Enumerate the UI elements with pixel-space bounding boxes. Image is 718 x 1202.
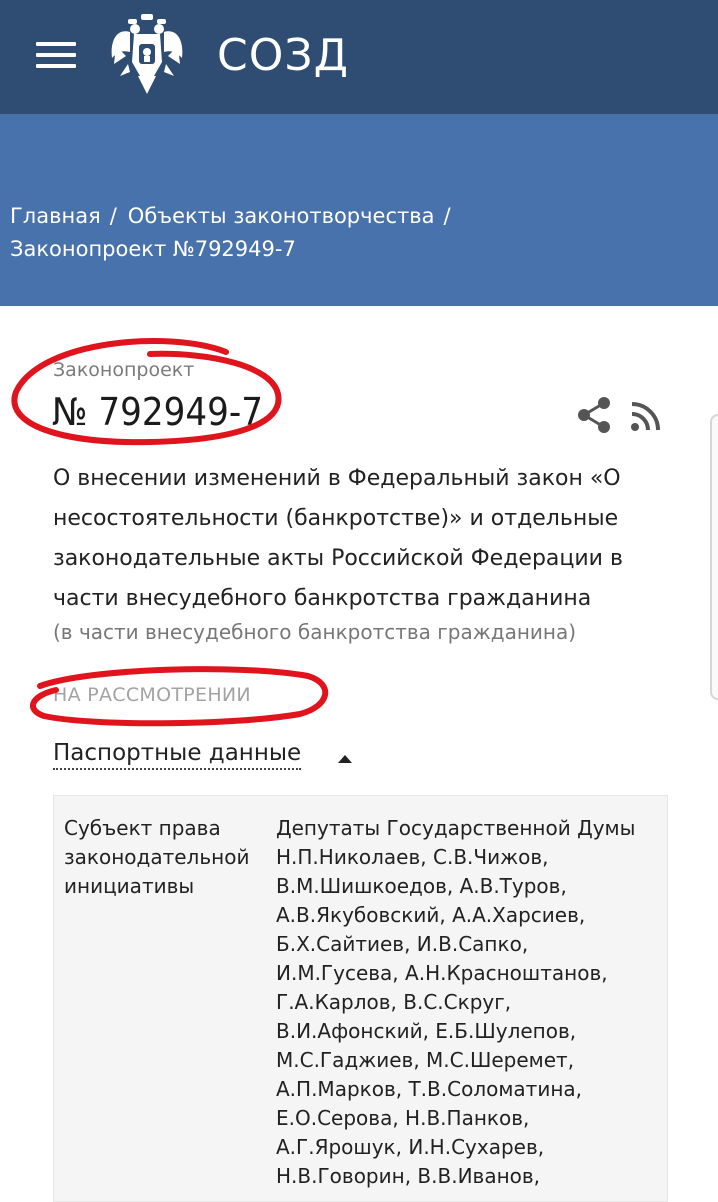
breadcrumb-objects-link[interactable]: Объекты законотворчества <box>128 204 435 228</box>
menu-icon[interactable] <box>36 40 76 70</box>
bill-title-line: О внесении изменений в Федеральный закон… <box>53 466 621 491</box>
top-app-bar: СОЗД <box>0 0 718 114</box>
breadcrumb-separator: / <box>443 204 451 228</box>
passport-value-line: Н.В.Говорин, В.В.Иванов, <box>276 1164 541 1188</box>
passport-value-line: Б.Х.Сайтиев, И.В.Сапко, <box>276 932 529 956</box>
passport-value-line: Г.А.Карлов, В.С.Скруг, <box>276 990 512 1014</box>
passport-value-line: Е.О.Серова, Н.В.Панков, <box>276 1106 530 1130</box>
passport-value-line: А.П.Марков, Т.В.Соломатина, <box>276 1077 583 1101</box>
passport-table: Субъект права законодательной инициативы… <box>53 795 668 1202</box>
passport-value-line: Н.П.Николаев, С.В.Чижов, <box>276 845 549 869</box>
passport-row-label: Субъект права законодательной инициативы <box>64 814 264 901</box>
passport-data-toggle[interactable]: Паспортные данные <box>53 740 302 770</box>
passport-value-line: А.Г.Ярошук, И.Н.Сухарев, <box>276 1135 545 1159</box>
passport-label-line: Субъект права <box>64 816 221 840</box>
breadcrumb: Главная / Объекты законотворчества / Законо… <box>10 200 700 266</box>
side-scroll-handle[interactable] <box>710 414 718 700</box>
breadcrumb-home-link[interactable]: Главная <box>10 204 101 228</box>
passport-value-line: Депутаты Государственной Думы <box>276 816 636 840</box>
breadcrumb-separator: / <box>109 204 117 228</box>
passport-value-line: А.В.Якубовский, А.А.Харсиев, <box>276 903 586 927</box>
share-icon[interactable] <box>576 396 612 434</box>
passport-label-line: законодательной <box>64 845 250 869</box>
status-badge: НА РАССМОТРЕНИИ <box>53 684 251 706</box>
bill-title-line: несостоятельности (банкротстве)» и отдел… <box>53 506 619 531</box>
bill-title-line: законодательные акты Российской Федераци… <box>53 546 623 571</box>
breadcrumb-current: Законопроект №792949-7 <box>10 237 296 261</box>
app-title: СОЗД <box>217 30 349 81</box>
passport-value-line: И.М.Гусева, А.Н.Красноштанов, <box>276 961 608 985</box>
coat-of-arms-icon <box>111 14 183 94</box>
bill-number: № 792949-7 <box>52 390 263 434</box>
passport-value-line: М.С.Гаджиев, М.С.Шеремет, <box>276 1048 575 1072</box>
bill-subtitle: (в части внесудебного банкротства гражда… <box>53 620 577 644</box>
bill-title: О внесении изменений в Федеральный закон… <box>53 459 673 619</box>
bill-kind-label: Законопроект <box>53 359 195 381</box>
passport-row-value: Депутаты Государственной Думы Н.П.Никола… <box>276 814 661 1191</box>
bill-title-line: части внесудебного банкротства гражданин… <box>53 586 592 611</box>
passport-label-line: инициативы <box>64 874 195 898</box>
passport-value-line: В.М.Шишкоедов, А.В.Туров, <box>276 874 567 898</box>
rss-icon[interactable] <box>630 400 662 432</box>
caret-up-icon[interactable] <box>338 755 352 763</box>
passport-value-line: В.И.Афонский, Е.Б.Шулепов, <box>276 1019 577 1043</box>
